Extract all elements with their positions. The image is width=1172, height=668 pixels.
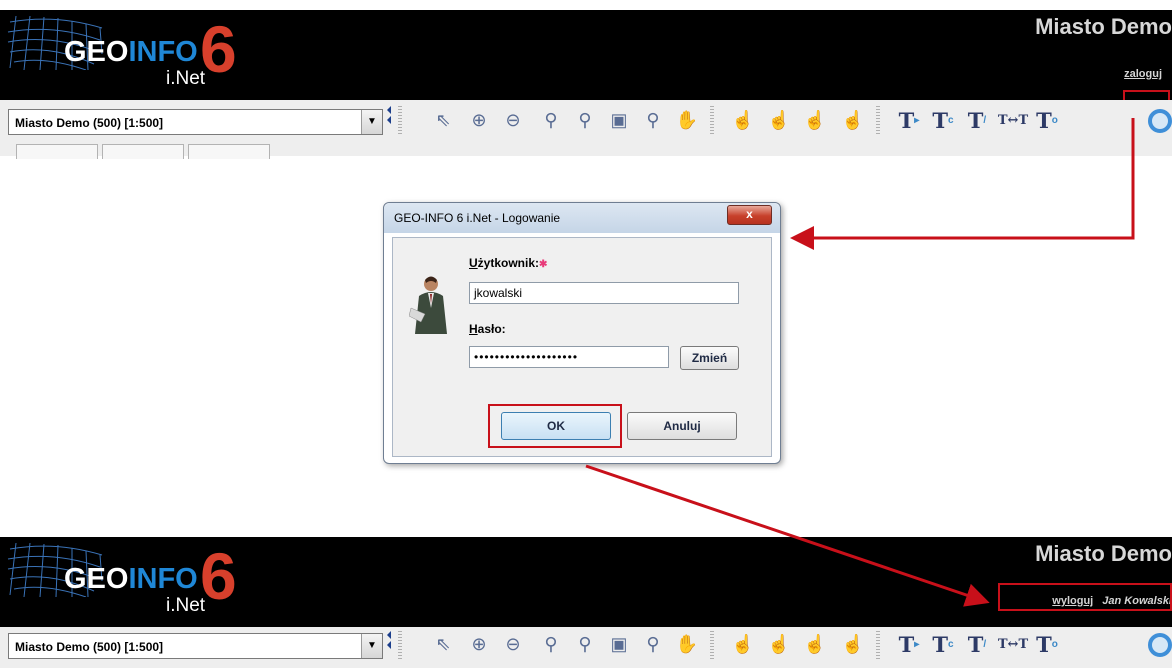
layer-select-value: Miasto Demo (500) [1:500] [15, 640, 164, 654]
zoom-extent-icon[interactable]: ▣ [606, 106, 632, 134]
required-star-icon: ✱ [539, 259, 548, 270]
text-add-icon[interactable]: To [1034, 630, 1060, 658]
pan-hand-icon[interactable]: ✋ [674, 106, 700, 134]
toolbar-grip[interactable] [710, 106, 714, 134]
city-title: Miasto Demo [1035, 541, 1172, 566]
layer-select-value: Miasto Demo (500) [1:500] [15, 116, 164, 130]
panel-tabs [16, 144, 270, 159]
user-area-highlight [998, 583, 1172, 611]
circle-icon[interactable] [1148, 633, 1172, 657]
text-edit-icon[interactable]: T / [964, 106, 990, 134]
hand-star-icon[interactable]: ☝ [840, 106, 866, 134]
toolbar-grip[interactable] [876, 631, 880, 659]
hand-star-icon[interactable]: ☝ [840, 630, 866, 658]
toolbar-row: Miasto Demo (500) [1:500] ▼ ⇖ ⊕ ⊖ ⚲ ⚲ ▣ … [0, 627, 1172, 668]
app-before-login: GEOINFO i.Net 6 Miasto Demo zaloguj Mias… [0, 0, 1172, 159]
dialog-title: GEO-INFO 6 i.Net - Logowanie [394, 211, 561, 225]
text-spacing-icon[interactable]: T↔T [998, 630, 1028, 658]
toolbar-grip[interactable] [876, 106, 880, 134]
user-avatar-icon [409, 276, 447, 334]
cancel-button[interactable]: Anuluj [627, 412, 737, 440]
hand-select-icon[interactable]: ☝ [766, 106, 792, 134]
toolbar-grip[interactable] [398, 106, 402, 134]
splitter-arrows-icon[interactable] [387, 629, 393, 661]
zoom-out-icon[interactable]: ⚲ [538, 630, 564, 658]
layer-select[interactable]: Miasto Demo (500) [1:500] ▼ [8, 633, 383, 659]
toolbar-row: Miasto Demo (500) [1:500] ▼ ⇖ ⊕ ⊖ ⚲ ⚲ ▣ … [0, 100, 1172, 159]
select-arrow-icon[interactable]: ⇖ [430, 106, 456, 134]
app-header: GEOINFO i.Net 6 Miasto Demo wyloguj Jan … [0, 537, 1172, 627]
text-move-icon[interactable]: T ▸ [896, 106, 922, 134]
hand-check-icon[interactable]: ☝ [802, 630, 828, 658]
text-rotate-icon[interactable]: Tc [930, 106, 956, 134]
zoom-out-icon[interactable]: ⚲ [538, 106, 564, 134]
zoom-out-pin-icon[interactable]: ⊖ [500, 106, 526, 134]
hand-select-icon[interactable]: ☝ [766, 630, 792, 658]
password-field[interactable]: •••••••••••••••••••• [469, 346, 669, 368]
select-arrow-icon[interactable]: ⇖ [430, 630, 456, 658]
app-after-login: GEOINFO i.Net 6 Miasto Demo wyloguj Jan … [0, 537, 1172, 668]
logo-six-text: 6 [200, 539, 237, 613]
zoom-in-pin-icon[interactable]: ⊕ [466, 630, 492, 658]
logo-geoinfo-text: GEOINFO [64, 563, 198, 595]
layer-select[interactable]: Miasto Demo (500) [1:500] ▼ [8, 109, 383, 135]
login-link[interactable]: zaloguj [1124, 68, 1162, 80]
text-move-icon[interactable]: T ▸ [896, 630, 922, 658]
hand-check-icon[interactable]: ☝ [802, 106, 828, 134]
dialog-titlebar[interactable]: GEO-INFO 6 i.Net - Logowanie x [384, 203, 780, 233]
pointer-hand-icon[interactable]: ☝ [730, 106, 756, 134]
zoom-in-icon[interactable]: ⚲ [572, 630, 598, 658]
zoom-plus-icon[interactable]: ⚲ [640, 630, 666, 658]
username-label: Użytkownik:✱ [469, 256, 548, 270]
toolbar-grip[interactable] [398, 631, 402, 659]
chevron-down-icon[interactable]: ▼ [361, 634, 382, 658]
city-title: Miasto Demo [1035, 14, 1172, 39]
password-label: Hasło: [469, 322, 506, 336]
text-rotate-icon[interactable]: Tc [930, 630, 956, 658]
chevron-down-icon[interactable]: ▼ [361, 110, 382, 134]
circle-icon[interactable] [1148, 109, 1172, 133]
text-edit-icon[interactable]: T / [964, 630, 990, 658]
ok-button-highlight [488, 404, 622, 448]
zoom-plus-icon[interactable]: ⚲ [640, 106, 666, 134]
username-field[interactable]: jkowalski [469, 282, 739, 304]
zoom-in-pin-icon[interactable]: ⊕ [466, 106, 492, 134]
toolbar-grip[interactable] [710, 631, 714, 659]
zoom-extent-icon[interactable]: ▣ [606, 630, 632, 658]
close-button[interactable]: x [727, 205, 772, 225]
change-password-button[interactable]: Zmień [680, 346, 739, 370]
pan-hand-icon[interactable]: ✋ [674, 630, 700, 658]
pointer-hand-icon[interactable]: ☝ [730, 630, 756, 658]
logo-six-text: 6 [200, 12, 237, 86]
splitter-arrows-icon[interactable] [387, 104, 393, 136]
text-add-icon[interactable]: To [1034, 106, 1060, 134]
app-header: GEOINFO i.Net 6 Miasto Demo zaloguj [0, 10, 1172, 100]
zoom-out-pin-icon[interactable]: ⊖ [500, 630, 526, 658]
logo-geoinfo-text: GEOINFO [64, 36, 198, 68]
zoom-in-icon[interactable]: ⚲ [572, 106, 598, 134]
text-spacing-icon[interactable]: T↔T [998, 106, 1028, 134]
